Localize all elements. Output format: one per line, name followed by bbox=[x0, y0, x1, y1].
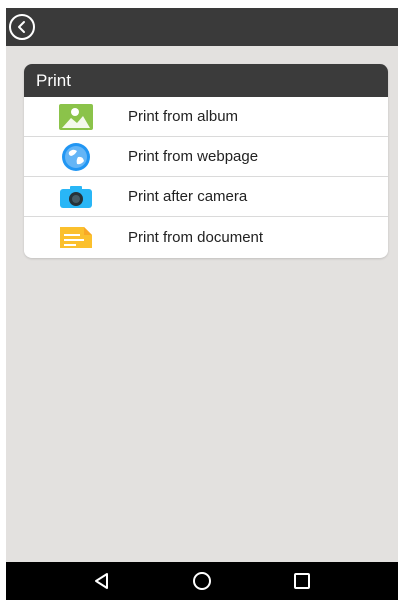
print-panel: Print Print from album Print from webpag… bbox=[24, 64, 388, 258]
back-button[interactable] bbox=[9, 14, 35, 40]
menu-item-label: Print after camera bbox=[128, 188, 248, 205]
app-screen: Print Print from album Print from webpag… bbox=[6, 8, 398, 600]
camera-icon bbox=[24, 177, 128, 217]
album-image-icon bbox=[24, 97, 128, 137]
print-from-document-item[interactable]: Print from document bbox=[24, 217, 388, 257]
print-from-album-item[interactable]: Print from album bbox=[24, 97, 388, 137]
panel-title: Print bbox=[24, 64, 388, 97]
system-nav-bar bbox=[6, 562, 398, 600]
print-after-camera-item[interactable]: Print after camera bbox=[24, 177, 388, 217]
nav-recents-button[interactable] bbox=[287, 566, 317, 596]
top-bar bbox=[6, 8, 398, 46]
nav-home-button[interactable] bbox=[187, 566, 217, 596]
print-from-webpage-item[interactable]: Print from webpage bbox=[24, 137, 388, 177]
nav-back-button[interactable] bbox=[87, 566, 117, 596]
menu-item-label: Print from webpage bbox=[128, 148, 259, 165]
chevron-left-icon bbox=[18, 21, 25, 33]
home-circle-icon bbox=[193, 572, 211, 590]
back-triangle-icon bbox=[95, 573, 108, 589]
recents-square-icon bbox=[294, 573, 310, 589]
menu-item-label: Print from album bbox=[128, 108, 239, 125]
globe-icon bbox=[24, 137, 128, 177]
document-icon bbox=[24, 217, 128, 257]
menu-item-label: Print from document bbox=[128, 228, 264, 246]
